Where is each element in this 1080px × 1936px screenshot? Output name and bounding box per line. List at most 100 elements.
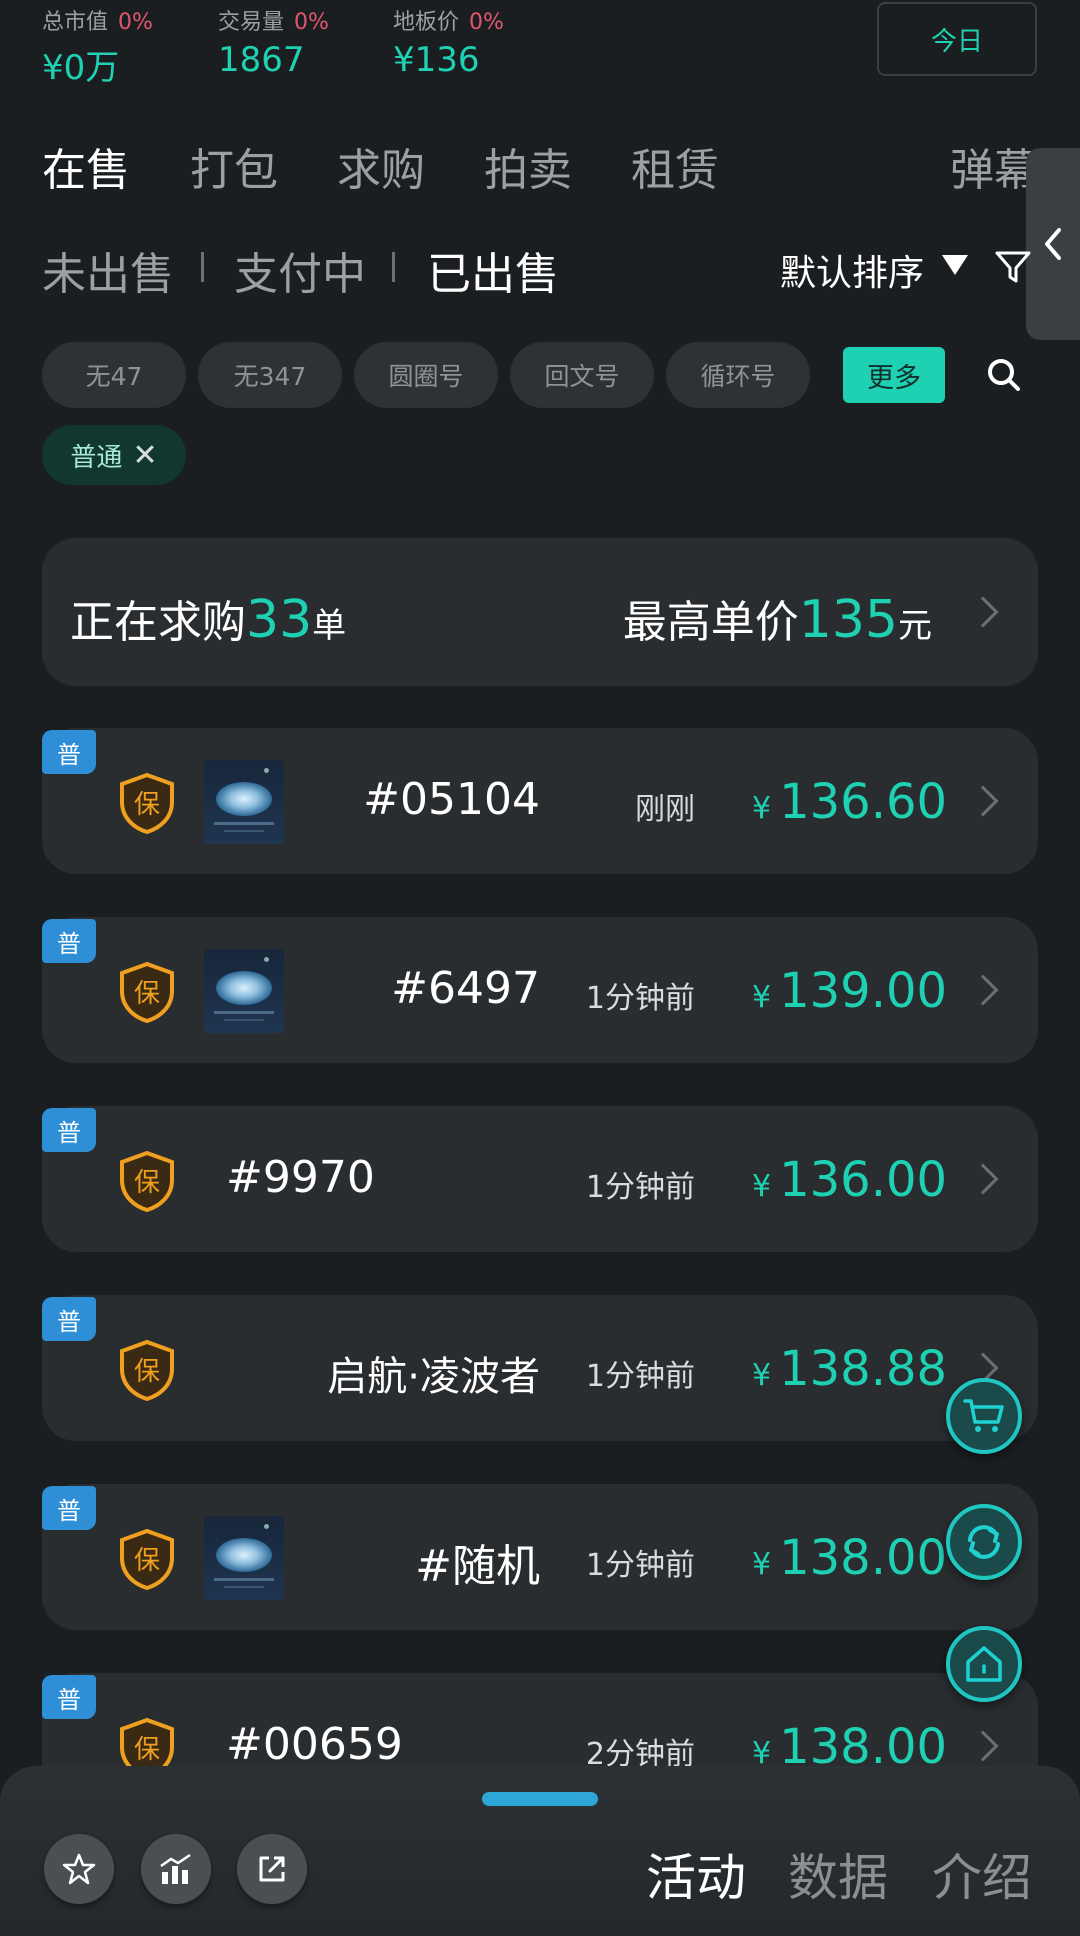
shield-guarantee-icon: 保	[120, 772, 174, 834]
chip-filter[interactable]: 回文号	[510, 342, 654, 408]
home-button[interactable]	[946, 1626, 1022, 1702]
more-filters-button[interactable]: 更多	[843, 347, 945, 403]
home-icon	[966, 1646, 1002, 1682]
subtab-divider	[201, 252, 204, 282]
listing-name: #9970	[226, 1152, 375, 1203]
subtab-unsold[interactable]: 未出售	[42, 238, 174, 302]
badge-normal: 普	[42, 1297, 96, 1341]
active-tag-chip[interactable]: 普通 ✕	[42, 425, 186, 485]
listing-name: #随机	[415, 1541, 540, 1592]
top-price-unit: 元	[898, 606, 932, 646]
refresh-button[interactable]	[946, 1504, 1022, 1580]
tab-auction[interactable]: 拍卖	[484, 134, 572, 198]
listing-time: 1分钟前	[585, 1359, 695, 1394]
cart-button[interactable]	[946, 1378, 1022, 1454]
stat-pct: 0%	[469, 10, 504, 35]
period-today-button[interactable]: 今日	[877, 2, 1037, 76]
sort-dropdown[interactable]: 默认排序	[780, 244, 924, 296]
star-icon	[62, 1853, 96, 1885]
subtab-paying[interactable]: 支付中	[234, 238, 366, 302]
bottom-tab-activity[interactable]: 活动	[646, 1838, 746, 1910]
buy-orders-top-price: 最高单价 135 元	[623, 586, 932, 650]
share-icon	[259, 1856, 285, 1882]
listing-price: ¥136.60	[752, 774, 947, 830]
bottom-tab-intro[interactable]: 介绍	[932, 1838, 1032, 1910]
stat-value: 1867	[218, 40, 305, 80]
stat-label: 总市值	[42, 10, 109, 35]
side-drawer-handle[interactable]	[1026, 148, 1080, 340]
chip-filter[interactable]: 循环号	[666, 342, 810, 408]
buy-orders-prefix: 正在求购	[70, 597, 246, 648]
currency-symbol: ¥	[752, 791, 772, 826]
active-tag-label: 普通	[70, 442, 123, 473]
badge-normal: 普	[42, 730, 96, 774]
top-price-prefix: 最高单价	[622, 597, 799, 648]
listing-name: 启航·凌波者	[327, 1354, 540, 1400]
stat-floor-price: 地板价 0% ¥136	[393, 4, 504, 80]
chevron-left-icon	[1045, 228, 1061, 260]
listing-name: #6497	[391, 963, 540, 1014]
price-amount: 139.00	[779, 963, 948, 1019]
buy-orders-count: 正在求购 33 单	[70, 586, 346, 650]
price-amount: 136.60	[779, 774, 948, 830]
tab-on-sale[interactable]: 在售	[42, 134, 130, 198]
shield-guarantee-icon: 保	[120, 1528, 174, 1590]
buy-orders-number: 33	[246, 590, 313, 650]
refresh-icon	[968, 1525, 1000, 1559]
chip-filter[interactable]: 圆圈号	[354, 342, 498, 408]
chip-filter[interactable]: 无347	[198, 342, 342, 408]
shield-guarantee-icon: 保	[120, 961, 174, 1023]
listing-time: 1分钟前	[585, 1170, 695, 1205]
top-price-value: 135	[798, 590, 898, 650]
tab-bundle[interactable]: 打包	[190, 134, 278, 198]
chart-button[interactable]	[141, 1834, 211, 1904]
stat-pct: 0%	[294, 10, 329, 35]
buy-orders-unit: 单	[312, 606, 347, 646]
subtab-sold[interactable]: 已出售	[427, 238, 559, 302]
subtab-divider	[392, 252, 395, 282]
stat-label: 交易量	[218, 10, 285, 35]
tab-rental[interactable]: 租赁	[631, 134, 719, 198]
listing-name: #00659	[226, 1719, 403, 1770]
price-amount: 138.00	[779, 1530, 948, 1586]
stat-value: ¥0万	[42, 48, 120, 88]
listing-time: 1分钟前	[585, 1548, 695, 1583]
shield-guarantee-label: 保	[134, 979, 160, 1009]
listing-name: #05104	[363, 774, 540, 825]
stat-label: 地板价	[393, 10, 460, 35]
share-button[interactable]	[237, 1834, 307, 1904]
stat-volume: 交易量 0% 1867	[218, 4, 329, 80]
currency-symbol: ¥	[752, 1358, 772, 1393]
listing-price: ¥139.00	[752, 963, 947, 1019]
shield-guarantee-label: 保	[134, 790, 160, 820]
tab-danmaku[interactable]: 弹幕	[950, 134, 1038, 198]
shield-guarantee-label: 保	[134, 1735, 160, 1765]
chip-filter[interactable]: 无47	[42, 342, 186, 408]
cart-icon	[963, 1399, 1004, 1432]
search-icon[interactable]	[986, 357, 1022, 393]
tab-wanted[interactable]: 求购	[337, 134, 425, 198]
listing-time: 1分钟前	[585, 981, 695, 1016]
shield-guarantee-label: 保	[134, 1546, 160, 1576]
currency-symbol: ¥	[752, 980, 772, 1015]
badge-normal: 普	[42, 1486, 96, 1530]
listing-time: 刚刚	[635, 792, 695, 827]
badge-normal: 普	[42, 1108, 96, 1152]
price-amount: 136.00	[779, 1152, 948, 1208]
close-icon[interactable]: ✕	[132, 438, 157, 473]
currency-symbol: ¥	[752, 1169, 772, 1204]
stat-value: ¥136	[393, 40, 480, 80]
filter-icon[interactable]	[993, 247, 1033, 287]
listing-price: ¥136.00	[752, 1152, 947, 1208]
currency-symbol: ¥	[752, 1547, 772, 1582]
price-amount: 138.88	[779, 1341, 948, 1397]
favorite-button[interactable]	[44, 1834, 114, 1904]
shield-guarantee-label: 保	[134, 1357, 160, 1387]
bottom-tab-data[interactable]: 数据	[788, 1838, 888, 1910]
panel-drag-handle[interactable]	[482, 1792, 598, 1806]
stat-market-cap: 总市值 0% ¥0万	[42, 4, 153, 89]
shield-guarantee-icon: 保	[120, 1339, 174, 1401]
stat-pct: 0%	[118, 10, 153, 35]
badge-normal: 普	[42, 1675, 96, 1719]
badge-normal: 普	[42, 919, 96, 963]
